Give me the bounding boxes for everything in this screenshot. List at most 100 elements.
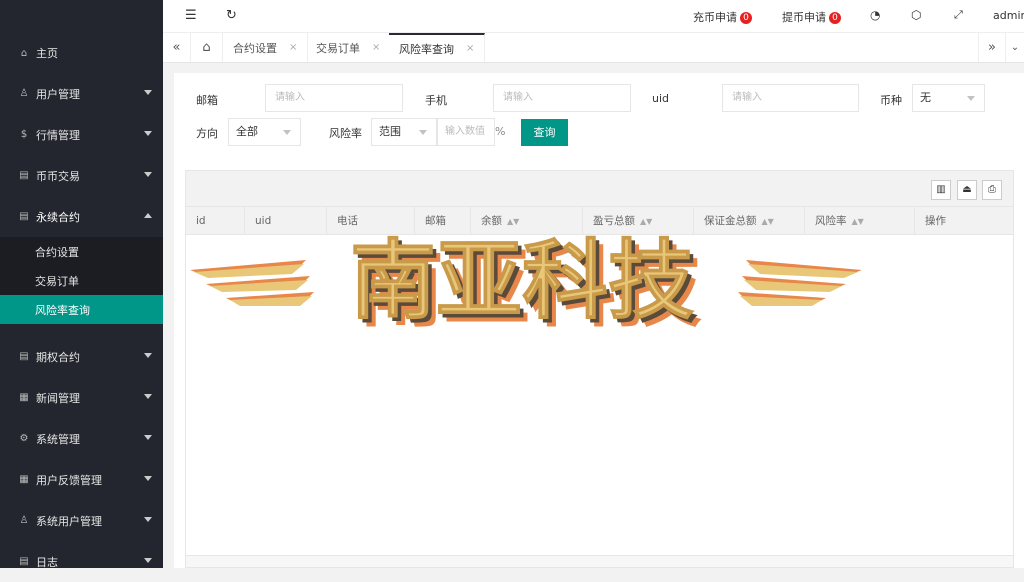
column-header-actions: 操作 (915, 207, 1015, 235)
column-header-id: id (186, 207, 245, 235)
phone-label: 手机 (425, 94, 447, 107)
phone-field[interactable]: 请输入 (493, 84, 631, 112)
tab-risk-query[interactable]: 风险率查询 × (389, 33, 486, 62)
direction-select[interactable]: 全部 (228, 118, 301, 146)
uid-label: uid (652, 92, 670, 105)
fullscreen-icon[interactable]: ⤢ (954, 8, 963, 22)
sidebar-item-options[interactable]: ▤ 期权合约 (0, 336, 163, 377)
column-header-email: 邮箱 (415, 207, 471, 235)
chevron-down-icon (144, 353, 152, 358)
refresh-icon[interactable]: ↻ (226, 8, 237, 23)
export-icon[interactable]: ⏏ (957, 180, 977, 200)
table-header: id uid 电话 邮箱 余额 ▲▼ 盈亏总额 ▲▼ 保证金总额 ▲▼ 风险率 ▲▼ 操… (186, 207, 1013, 235)
sidebar-item-label: 行情管理 (36, 128, 80, 142)
close-icon[interactable]: × (466, 43, 474, 54)
sidebar-item-label: 用户管理 (36, 87, 80, 101)
recharge-request-link[interactable]: 充币申请 0 (693, 9, 752, 25)
sidebar-item-label: 期权合约 (36, 350, 80, 364)
theme-icon[interactable]: ◔ (870, 8, 880, 22)
sidebar-subitem-contract-settings[interactable]: 合约设置 (0, 237, 163, 266)
column-label: 操作 (925, 215, 946, 227)
tab-label: 风险率查询 (399, 42, 454, 56)
doc-icon: ▤ (19, 211, 29, 222)
column-label: 风险率 (815, 215, 847, 227)
sort-icon[interactable]: ▲▼ (640, 217, 652, 226)
tab-label: 合约设置 (233, 41, 277, 55)
sort-icon[interactable]: ▲▼ (507, 217, 519, 226)
sidebar-item-market[interactable]: $ 行情管理 (0, 114, 163, 155)
tag-icon[interactable]: ⬡ (911, 8, 921, 22)
sidebar-logo-area (0, 0, 163, 33)
coin-select[interactable]: 无 (912, 84, 985, 112)
column-header-margin[interactable]: 保证金总额 ▲▼ (694, 207, 805, 235)
email-field[interactable]: 请输入 (265, 84, 403, 112)
tab-contract-settings[interactable]: 合约设置 × (223, 33, 309, 62)
chevron-down-icon (967, 96, 975, 101)
query-button[interactable]: 查询 (521, 119, 568, 146)
column-label: 盈亏总额 (593, 215, 635, 227)
sidebar-item-label: 用户反馈管理 (36, 473, 102, 487)
left-wing-icon (190, 260, 314, 306)
chevron-down-icon (144, 90, 152, 95)
sidebar-item-logs[interactable]: ▤ 日志 (0, 541, 163, 582)
sidebar-subitem-risk-query[interactable]: 风险率查询 (0, 295, 163, 324)
sidebar-item-users[interactable]: ♙ 用户管理 (0, 73, 163, 114)
user-icon: ♙ (19, 88, 29, 99)
print-icon[interactable]: ⎙ (982, 180, 1002, 200)
chevron-down-icon (419, 130, 427, 135)
tab-bar: « ⌂ 合约设置 × 交易订单 × 风险率查询 × » ⌄ (163, 33, 1024, 63)
sidebar-item-perpetual[interactable]: ▤ 永续合约 (0, 196, 163, 237)
dollar-icon: $ (20, 129, 28, 140)
columns-filter-icon[interactable]: ▥ (931, 180, 951, 200)
sort-icon[interactable]: ▲▼ (762, 217, 774, 226)
chevron-down-icon (144, 517, 152, 522)
column-header-pnl[interactable]: 盈亏总额 ▲▼ (583, 207, 694, 235)
range-select[interactable]: 范围 (371, 118, 437, 146)
column-header-uid: uid (245, 207, 327, 235)
chevron-down-icon (144, 435, 152, 440)
doc-icon: ▤ (19, 556, 29, 567)
column-header-risk[interactable]: 风险率 ▲▼ (805, 207, 915, 235)
user-menu[interactable]: admin (993, 9, 1024, 22)
right-wing-icon (738, 260, 862, 306)
tabs-scroll-left-icon[interactable]: « (163, 33, 191, 62)
sidebar-item-label: 系统管理 (36, 432, 80, 446)
news-icon: ▦ (19, 474, 29, 485)
uid-field[interactable]: 请输入 (722, 84, 859, 112)
column-label: 保证金总额 (704, 215, 757, 227)
doc-icon: ▤ (19, 170, 29, 181)
risk-value-field[interactable]: 输入数值 (437, 118, 495, 146)
withdraw-request-link[interactable]: 提币申请 0 (782, 9, 841, 25)
column-header-balance[interactable]: 余额 ▲▼ (471, 207, 583, 235)
close-icon[interactable]: × (372, 42, 380, 53)
close-icon[interactable]: × (289, 42, 297, 53)
sidebar-item-label: 主页 (36, 47, 58, 60)
sidebar-item-news[interactable]: ▦ 新闻管理 (0, 377, 163, 418)
sidebar-item-system[interactable]: ⚙ 系统管理 (0, 418, 163, 459)
data-table: ▥ ⏏ ⎙ id uid 电话 邮箱 余额 ▲▼ 盈亏总额 ▲▼ 保证金总额 ▲▼ 风… (185, 170, 1014, 568)
brand-watermark-logo: 南亚科技 南亚科技 南亚科技 (190, 232, 862, 332)
chevron-down-icon (283, 130, 291, 135)
menu-collapse-icon[interactable]: ☰ (185, 8, 197, 23)
sidebar-item-sys-users[interactable]: ♙ 系统用户管理 (0, 500, 163, 541)
sidebar-subitem-trade-orders[interactable]: 交易订单 (0, 266, 163, 295)
watermark-text: 南亚科技 (350, 232, 694, 331)
percent-label: % (495, 125, 506, 138)
table-pagination (186, 555, 1013, 567)
sidebar-item-feedback[interactable]: ▦ 用户反馈管理 (0, 459, 163, 500)
sidebar-item-label: 永续合约 (36, 210, 80, 224)
tab-trade-orders[interactable]: 交易订单 × (306, 33, 392, 62)
sidebar-item-coin-trade[interactable]: ▤ 币币交易 (0, 155, 163, 196)
sidebar-item-home[interactable]: ⌂ 主页 (0, 33, 163, 73)
withdraw-count-badge: 0 (829, 12, 841, 24)
sort-icon[interactable]: ▲▼ (852, 217, 864, 226)
tab-label: 交易订单 (316, 41, 360, 55)
sidebar-submenu: 合约设置 交易订单 风险率查询 (0, 237, 163, 324)
home-icon: ⌂ (20, 47, 28, 59)
tabs-scroll-right-icon[interactable]: » (978, 33, 1006, 62)
tab-home-icon[interactable]: ⌂ (191, 33, 223, 62)
withdraw-request-label: 提币申请 (782, 11, 826, 24)
risk-label: 风险率 (329, 127, 362, 140)
chevron-down-icon[interactable]: ⌄ (1006, 33, 1024, 62)
recharge-request-label: 充币申请 (693, 11, 737, 24)
